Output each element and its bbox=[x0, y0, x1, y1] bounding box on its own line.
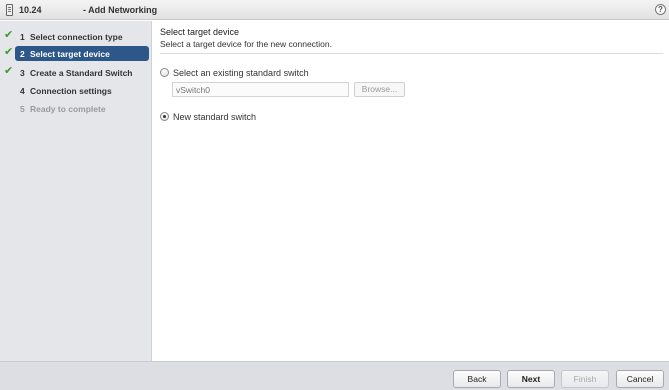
wizard-title: - Add Networking bbox=[83, 5, 158, 15]
existing-switch-label[interactable]: Select an existing standard switch bbox=[173, 68, 309, 78]
step-label: Ready to complete bbox=[30, 104, 106, 114]
new-switch-radio[interactable] bbox=[160, 112, 169, 121]
existing-switch-radio[interactable] bbox=[160, 68, 169, 77]
browse-button[interactable]: Browse... bbox=[354, 82, 405, 97]
help-icon[interactable]: ? bbox=[655, 4, 666, 15]
step-label: Select connection type bbox=[30, 32, 123, 42]
host-icon bbox=[6, 4, 13, 16]
title-bar: 10.24 - Add Networking ? bbox=[0, 0, 669, 20]
wizard-content: Select target device Select a target dev… bbox=[153, 21, 669, 361]
step-ready-to-complete: 5 Ready to complete bbox=[0, 101, 152, 116]
wizard-steps-sidebar: ✔ 1 Select connection type ✔ 2 Select ta… bbox=[0, 21, 152, 361]
page-title: Select target device bbox=[160, 27, 240, 37]
step-connection-settings[interactable]: 4 Connection settings bbox=[0, 83, 152, 98]
step-number: 4 bbox=[20, 86, 25, 96]
step-create-standard-switch[interactable]: ✔ 3 Create a Standard Switch bbox=[0, 65, 152, 80]
step-select-connection-type[interactable]: ✔ 1 Select connection type bbox=[0, 29, 152, 44]
check-icon: ✔ bbox=[4, 65, 14, 77]
divider bbox=[160, 53, 663, 54]
step-number: 2 bbox=[20, 49, 25, 59]
host-label: 10.24 bbox=[19, 5, 42, 15]
cancel-button[interactable]: Cancel bbox=[616, 370, 664, 388]
finish-button: Finish bbox=[561, 370, 609, 388]
page-subtitle: Select a target device for the new conne… bbox=[160, 39, 332, 49]
step-select-target-device[interactable]: ✔ 2 Select target device bbox=[0, 46, 152, 61]
check-icon: ✔ bbox=[4, 46, 14, 58]
step-number: 1 bbox=[20, 32, 25, 42]
step-number: 5 bbox=[20, 104, 25, 114]
step-label: Create a Standard Switch bbox=[30, 68, 133, 78]
wizard-footer: Back Next Finish Cancel bbox=[0, 361, 669, 390]
check-icon: ✔ bbox=[4, 29, 14, 41]
switch-name-input[interactable] bbox=[172, 82, 349, 97]
step-label: Select target device bbox=[30, 49, 110, 59]
next-button[interactable]: Next bbox=[507, 370, 555, 388]
back-button[interactable]: Back bbox=[453, 370, 501, 388]
step-number: 3 bbox=[20, 68, 25, 78]
step-label: Connection settings bbox=[30, 86, 112, 96]
new-switch-label[interactable]: New standard switch bbox=[173, 112, 256, 122]
